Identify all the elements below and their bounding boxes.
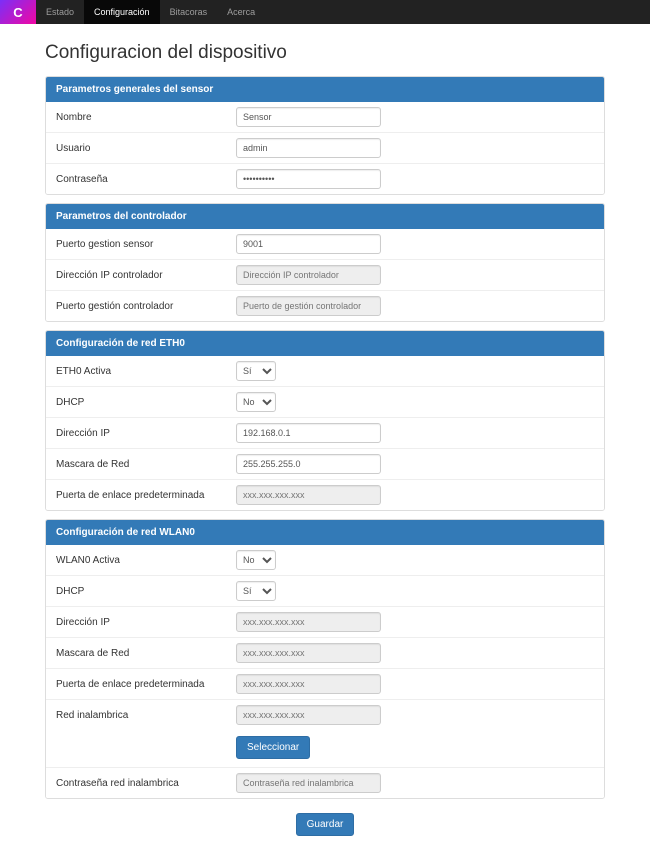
label-wlan0-mask: Mascara de Red [56,648,236,659]
label-nombre: Nombre [56,112,236,123]
panel-controller: Parametros del controlador Puerto gestio… [45,203,605,322]
label-ip-controlador: Dirección IP controlador [56,270,236,281]
nav-acerca[interactable]: Acerca [217,0,265,24]
label-eth0-ip: Dirección IP [56,428,236,439]
label-wlan0-ip: Dirección IP [56,617,236,628]
input-eth0-gw[interactable] [236,485,381,505]
input-eth0-mask[interactable] [236,454,381,474]
label-wlan0-dhcp: DHCP [56,586,236,597]
label-wlan0-ssid: Red inalambrica [56,710,236,721]
input-wlan0-gw[interactable] [236,674,381,694]
top-navbar: C Estado Configuración Bitacoras Acerca [0,0,650,24]
select-eth0-dhcp[interactable]: No [236,392,276,412]
input-eth0-ip[interactable] [236,423,381,443]
label-puerto-controlador: Puerto gestión controlador [56,301,236,312]
label-wlan0-gw: Puerta de enlace predeterminada [56,679,236,690]
input-wlan0-ssid[interactable] [236,705,381,725]
select-wlan0-dhcp[interactable]: Sí [236,581,276,601]
label-wlan0-activa: WLAN0 Activa [56,555,236,566]
input-contrasena[interactable] [236,169,381,189]
brand-logo[interactable]: C [0,0,36,24]
label-wlan0-pass: Contraseña red inalambrica [56,778,236,789]
panel-eth0-heading: Configuración de red ETH0 [46,331,604,356]
panel-wlan0: Configuración de red WLAN0 WLAN0 Activa … [45,519,605,799]
nav-bitacoras[interactable]: Bitacoras [160,0,218,24]
page-title: Configuracion del dispositivo [45,42,605,64]
panel-eth0: Configuración de red ETH0 ETH0 Activa Sí… [45,330,605,511]
save-button[interactable]: Guardar [296,813,355,836]
select-wlan0-activa[interactable]: No [236,550,276,570]
nav-estado[interactable]: Estado [36,0,84,24]
panel-wlan0-heading: Configuración de red WLAN0 [46,520,604,545]
label-usuario: Usuario [56,143,236,154]
main-container: Configuracion del dispositivo Parametros… [45,24,605,850]
input-puerto-controlador[interactable] [236,296,381,316]
input-wlan0-ip[interactable] [236,612,381,632]
label-eth0-gw: Puerta de enlace predeterminada [56,490,236,501]
input-wlan0-pass[interactable] [236,773,381,793]
select-eth0-activa[interactable]: Sí [236,361,276,381]
label-puerto-sensor: Puerto gestion sensor [56,239,236,250]
select-network-button[interactable]: Seleccionar [236,736,310,759]
input-nombre[interactable] [236,107,381,127]
label-eth0-activa: ETH0 Activa [56,366,236,377]
panel-general-heading: Parametros generales del sensor [46,77,604,102]
input-wlan0-mask[interactable] [236,643,381,663]
input-ip-controlador[interactable] [236,265,381,285]
nav-configuracion[interactable]: Configuración [84,0,160,24]
input-usuario[interactable] [236,138,381,158]
panel-general: Parametros generales del sensor Nombre U… [45,76,605,195]
panel-controller-heading: Parametros del controlador [46,204,604,229]
label-contrasena: Contraseña [56,174,236,185]
input-puerto-sensor[interactable] [236,234,381,254]
label-eth0-mask: Mascara de Red [56,459,236,470]
label-eth0-dhcp: DHCP [56,397,236,408]
